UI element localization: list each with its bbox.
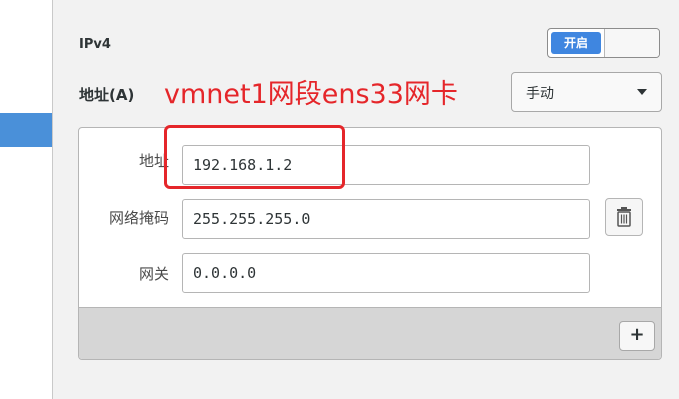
sidebar [0, 0, 53, 399]
gateway-field[interactable]: 0.0.0.0 [182, 253, 590, 293]
address-method-select[interactable]: 手动 [511, 72, 662, 112]
add-address-button[interactable]: + [619, 321, 655, 351]
ipv4-toggle[interactable]: 开启 [547, 28, 660, 58]
annotation-text: vmnet1网段ens33网卡 [164, 79, 458, 110]
ipv4-section-label: IPv4 [79, 37, 111, 52]
address-field[interactable]: 192.168.1.2 [182, 145, 590, 185]
address-panel: 地址 192.168.1.2 网络掩码 255.255.255.0 网关 0.0… [78, 127, 662, 360]
toggle-on-label: 开启 [551, 32, 601, 54]
gateway-label: 网关 [138, 265, 169, 283]
trash-icon [617, 207, 631, 227]
address-method-label: 地址(A) [79, 86, 135, 104]
sidebar-selected-item[interactable] [0, 113, 52, 147]
netmask-field[interactable]: 255.255.255.0 [182, 199, 590, 239]
panel-footer: + [79, 307, 661, 359]
toggle-knob [604, 29, 659, 57]
netmask-label: 网络掩码 [108, 209, 169, 227]
address-method-value: 手动 [526, 86, 554, 102]
address-label: 地址 [138, 152, 169, 170]
chevron-down-icon [637, 89, 647, 95]
delete-address-button[interactable] [605, 198, 643, 236]
